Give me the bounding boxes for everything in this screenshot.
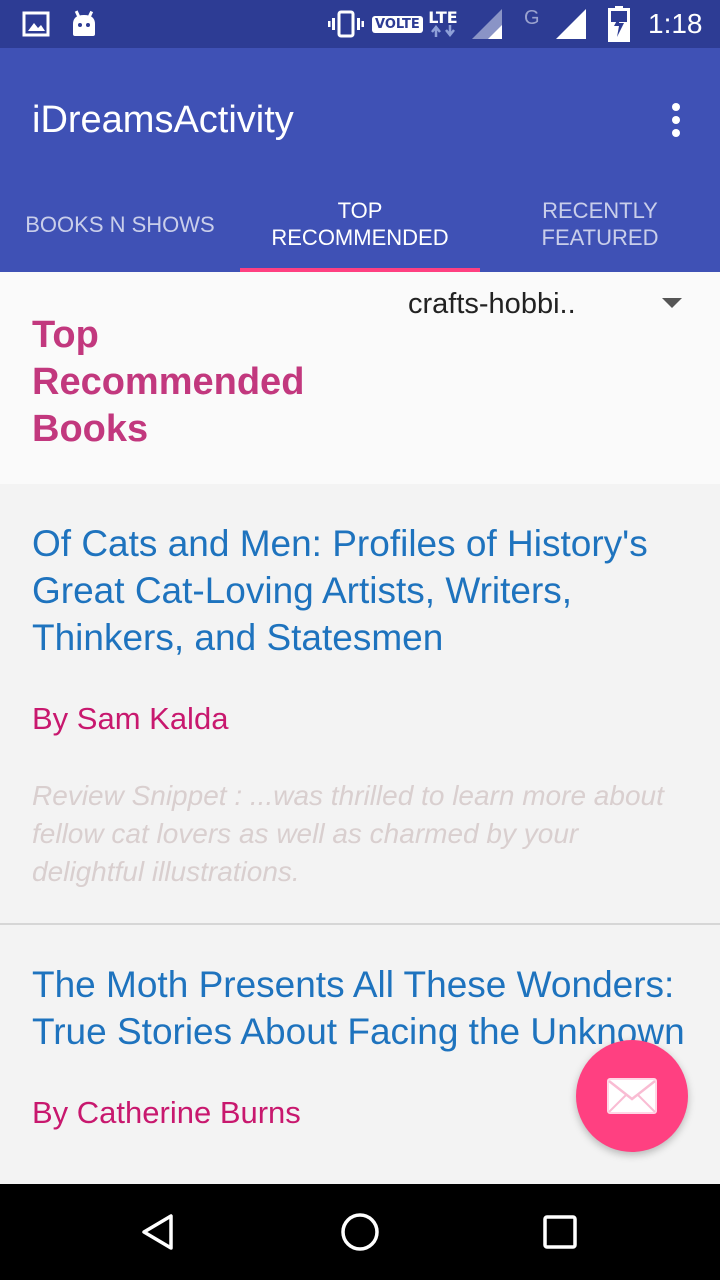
dropdown-arrow-icon xyxy=(662,298,682,308)
book-title: The Moth Presents All These Wonders: Tru… xyxy=(32,964,685,1052)
list-item[interactable]: Of Cats and Men: Profiles of History's G… xyxy=(0,484,720,925)
header-panel: Top Recommended Books crafts-hobbi.. xyxy=(0,272,720,484)
home-icon[interactable] xyxy=(300,1184,420,1280)
email-icon xyxy=(607,1078,657,1114)
android-icon xyxy=(70,0,98,48)
category-spinner[interactable]: crafts-hobbi.. xyxy=(392,280,702,332)
tab-recently-featured[interactable]: RECENTLY FEATURED xyxy=(480,176,720,272)
menu-dot xyxy=(672,129,680,137)
book-author: By Sam Kalda xyxy=(32,701,229,736)
tab-label: TOP RECOMMENDED xyxy=(271,198,449,250)
gallery-icon xyxy=(22,0,50,48)
email-fab-button[interactable] xyxy=(576,1040,688,1152)
network-g-label: G xyxy=(524,6,540,29)
spinner-value: crafts-hobbi.. xyxy=(408,288,576,320)
lte-icon: LTE xyxy=(428,0,458,48)
volte-label: VOLTE xyxy=(372,15,423,33)
back-icon[interactable] xyxy=(100,1184,220,1280)
lte-label: LTE xyxy=(428,8,458,27)
more-vert-icon[interactable] xyxy=(652,96,700,144)
status-bar: VOLTE LTE G 1:18 xyxy=(0,0,720,48)
tab-bar: BOOKS N SHOWS TOP RECOMMENDED RECENTLY F… xyxy=(0,176,720,272)
review-snippet: Review Snippet : ...was thrilled to lear… xyxy=(32,780,664,887)
signal-icon xyxy=(554,0,588,48)
battery-charging-icon xyxy=(608,0,630,48)
app-bar: iDreamsActivity BOOKS N SHOWS TOP RECOMM… xyxy=(0,48,720,272)
signal-icon xyxy=(470,0,504,48)
status-time: 1:18 xyxy=(648,8,703,39)
vibrate-icon xyxy=(328,0,364,48)
menu-dot xyxy=(672,116,680,124)
tab-books-n-shows[interactable]: BOOKS N SHOWS xyxy=(0,176,240,272)
volte-icon: VOLTE xyxy=(372,0,423,48)
menu-dot xyxy=(672,103,680,111)
section-title: Top Recommended Books xyxy=(32,314,305,450)
app-title: iDreamsActivity xyxy=(32,99,294,141)
tab-top-recommended[interactable]: TOP RECOMMENDED xyxy=(240,176,480,272)
book-title: Of Cats and Men: Profiles of History's G… xyxy=(32,523,648,658)
navigation-bar xyxy=(0,1184,720,1280)
recents-icon[interactable] xyxy=(500,1184,620,1280)
tab-label: RECENTLY FEATURED xyxy=(541,198,659,250)
network-g-icon: G xyxy=(524,0,540,42)
tab-label: BOOKS N SHOWS xyxy=(25,211,215,237)
